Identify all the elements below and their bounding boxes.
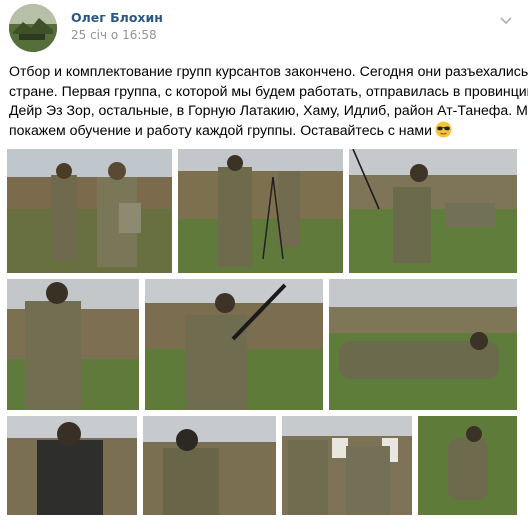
photo-kneeling-rifleman[interactable]	[145, 279, 323, 410]
photo-prone-sniper-with-instructor[interactable]	[349, 149, 517, 273]
photo-group-at-tripod[interactable]	[178, 149, 343, 273]
post-text: Отбор и комплектование групп курсантов з…	[9, 62, 528, 141]
photo-bearded-fighter[interactable]	[7, 416, 137, 515]
sunglasses-emoji-icon	[435, 121, 452, 138]
photo-group-at-targets[interactable]	[282, 416, 412, 515]
author-avatar[interactable]	[9, 4, 57, 52]
photo-soldier-standing[interactable]	[7, 279, 139, 410]
photo-fighter-in-cap[interactable]	[143, 416, 276, 515]
chevron-down-icon[interactable]	[498, 13, 514, 27]
author-name-link[interactable]: Олег Блохин	[71, 10, 163, 25]
photo-prone-shooter[interactable]	[329, 279, 517, 410]
photo-instructor-and-trainee[interactable]	[7, 149, 172, 273]
post-text-line: Дейр Эз Зор, остальные, в Горную Латакию…	[9, 102, 528, 118]
photo-soldier-rear-view[interactable]	[418, 416, 517, 515]
post-text-line-content: покажем обучение и работу каждой группы.…	[9, 121, 432, 138]
post-text-line: Отбор и комплектование групп курсантов з…	[9, 63, 528, 79]
post-text-line: стране. Первая группа, с которой мы буде…	[9, 82, 528, 99]
post-text-line: покажем обучение и работу каждой группы.…	[9, 121, 521, 141]
post-date-link[interactable]: 25 січ о 16:58	[71, 28, 157, 42]
wall-post: Олег Блохин 25 січ о 16:58 Отбор и компл…	[0, 0, 528, 531]
